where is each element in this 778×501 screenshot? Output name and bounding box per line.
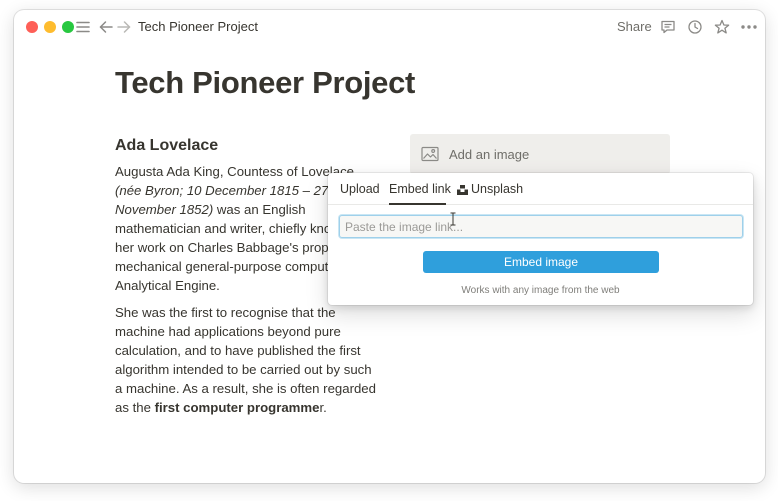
tab-upload[interactable]: Upload [340, 182, 380, 196]
image-icon [421, 145, 439, 163]
image-embed-popover: Upload Embed link Unsplash Embed image W… [328, 173, 753, 305]
tab-embed-link[interactable]: Embed link [389, 182, 451, 196]
back-arrow-icon[interactable] [97, 18, 115, 36]
para1-text1: Augusta Ada King, Countess of Lovelace [115, 164, 355, 179]
embed-hint-text: Works with any image from the web [461, 285, 620, 296]
star-icon[interactable] [713, 18, 731, 36]
popover-tabs: Upload Embed link Unsplash [328, 173, 753, 205]
image-link-input[interactable] [339, 215, 743, 238]
active-tab-indicator [389, 203, 446, 205]
comment-icon[interactable] [659, 18, 677, 36]
add-image-label: Add an image [449, 146, 530, 162]
para2-text2: r. [319, 400, 327, 415]
share-button[interactable]: Share [617, 19, 652, 34]
page-title[interactable]: Tech Pioneer Project [115, 65, 415, 101]
hamburger-icon[interactable] [74, 18, 92, 36]
more-icon[interactable] [738, 18, 760, 36]
app-window: Tech Pioneer Project Share Tech Pioneer … [14, 10, 765, 483]
unsplash-icon [457, 184, 468, 195]
paragraph-achievement[interactable]: She was the first to recognise that the … [115, 303, 377, 417]
embed-image-button[interactable]: Embed image [423, 251, 659, 273]
add-image-block[interactable]: Add an image [410, 134, 670, 174]
close-window-button[interactable] [26, 21, 38, 33]
forward-arrow-icon[interactable] [115, 18, 133, 36]
titlebar: Tech Pioneer Project Share [14, 10, 765, 44]
clock-icon[interactable] [686, 18, 704, 36]
zoom-window-button[interactable] [62, 21, 74, 33]
para2-bold: first computer programme [154, 400, 320, 415]
text-cursor-icon [449, 212, 457, 226]
section-heading[interactable]: Ada Lovelace [115, 137, 377, 155]
minimize-window-button[interactable] [44, 21, 56, 33]
tab-unsplash[interactable]: Unsplash [457, 182, 523, 196]
tab-unsplash-label: Unsplash [471, 182, 524, 196]
para2-text1: She was the first to recognise that the … [115, 305, 376, 415]
breadcrumb[interactable]: Tech Pioneer Project [138, 19, 258, 34]
